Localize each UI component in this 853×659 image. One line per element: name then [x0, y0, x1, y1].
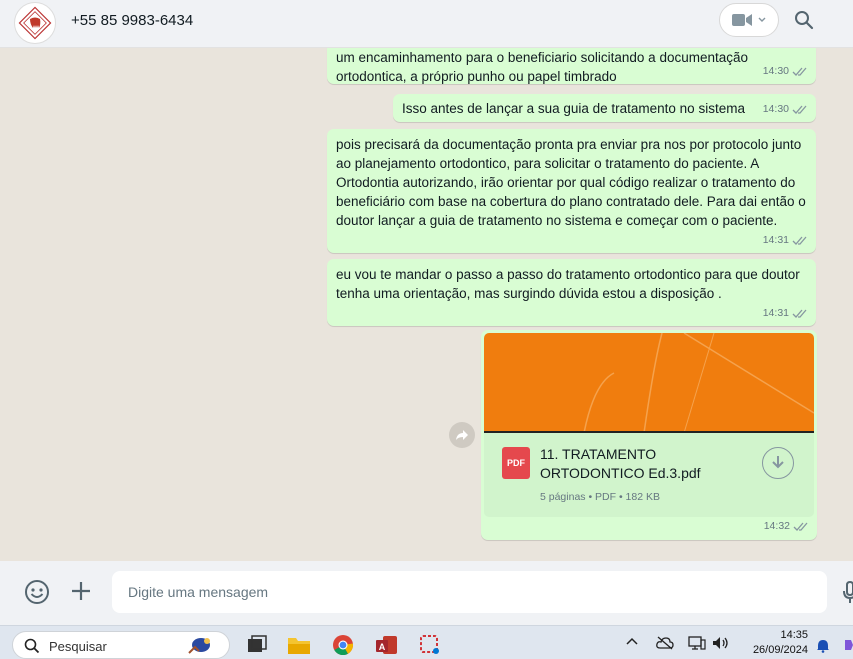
- taskbar-search[interactable]: Pesquisar: [12, 631, 230, 659]
- chat-header: +55 85 9983-6434: [0, 0, 853, 48]
- message-meta: 14:31: [763, 304, 808, 323]
- microphone-icon: [843, 581, 853, 603]
- taskbar-search-label: Pesquisar: [49, 639, 107, 654]
- message-time: 14:31: [762, 307, 789, 319]
- thumbnail-lines: [583, 333, 814, 431]
- message-meta: 14:30: [763, 62, 808, 81]
- search-button[interactable]: [790, 6, 818, 34]
- message-bubble[interactable]: eu vou te mandar o passo a passo do trat…: [327, 259, 816, 326]
- search-icon: [24, 638, 40, 654]
- message-time: 14:30: [762, 65, 789, 77]
- pdf-icon: PDF: [502, 447, 530, 479]
- os-taskbar: Pesquisar A 14:35 26/09/2024: [0, 625, 853, 659]
- message-meta: 14:32: [764, 517, 809, 536]
- contact-name[interactable]: +55 85 9983-6434: [71, 12, 193, 29]
- contact-avatar[interactable]: [14, 2, 56, 44]
- message-time: 14:30: [762, 103, 789, 115]
- document-details: 5 páginas • PDF • 182 KB: [540, 491, 661, 503]
- clock-date: 26/09/2024: [752, 644, 808, 656]
- message-text: eu vou te mandar o passo a passo do trat…: [336, 267, 800, 301]
- chrome-icon[interactable]: [331, 634, 355, 656]
- double-check-icon: [793, 522, 808, 531]
- task-view-icon[interactable]: [245, 634, 269, 656]
- taskbar-clock[interactable]: 14:35 26/09/2024: [742, 628, 808, 658]
- copilot-icon[interactable]: [843, 638, 853, 652]
- clock-time: 14:35: [780, 629, 808, 641]
- message-meta: 14:31: [763, 231, 808, 250]
- attach-button[interactable]: [69, 579, 93, 608]
- svg-text:A: A: [379, 642, 386, 652]
- microphone-button[interactable]: [843, 579, 853, 610]
- message-text: Isso antes de lançar a sua guia de trata…: [402, 101, 745, 116]
- emoji-icon: [25, 580, 49, 604]
- double-check-icon: [792, 105, 807, 114]
- access-app-icon[interactable]: A: [375, 634, 399, 656]
- video-call-button[interactable]: [719, 3, 779, 37]
- search-icon: [795, 11, 814, 30]
- network-icon[interactable]: [688, 636, 706, 650]
- message-list[interactable]: um encaminhamento para o beneficiario so…: [0, 48, 853, 561]
- volume-icon[interactable]: [712, 636, 730, 650]
- document-info-row[interactable]: PDF 11. TRATAMENTO ORTODONTICO Ed.3.pdf …: [484, 433, 814, 517]
- bird-widget-icon: [188, 638, 210, 654]
- download-button[interactable]: [762, 447, 794, 479]
- double-check-icon: [792, 236, 807, 245]
- emoji-button[interactable]: [24, 579, 50, 610]
- download-icon: [772, 456, 784, 469]
- message-time: 14:31: [762, 234, 789, 246]
- file-explorer-icon[interactable]: [287, 634, 311, 656]
- chevron-down-icon: [758, 17, 766, 22]
- plus-icon: [72, 582, 90, 600]
- double-check-icon: [792, 309, 807, 318]
- message-text: um encaminhamento para o beneficiario so…: [336, 50, 749, 84]
- message-time: 14:32: [763, 520, 790, 532]
- cloud-offline-icon[interactable]: [656, 636, 674, 650]
- forward-button[interactable]: [449, 422, 475, 448]
- notification-bell-icon[interactable]: [816, 639, 830, 653]
- message-bubble[interactable]: Isso antes de lançar a sua guia de trata…: [393, 94, 816, 122]
- chevron-up-icon[interactable]: [626, 636, 638, 646]
- document-file-name: 11. TRATAMENTO ORTODONTICO Ed.3.pdf: [540, 446, 701, 481]
- message-input[interactable]: [112, 571, 827, 613]
- document-message[interactable]: PDF 11. TRATAMENTO ORTODONTICO Ed.3.pdf …: [481, 330, 817, 540]
- document-thumbnail[interactable]: [484, 333, 814, 433]
- snipping-tool-icon[interactable]: [419, 634, 443, 656]
- double-check-icon: [792, 67, 807, 76]
- forward-arrow-icon: [456, 430, 468, 440]
- message-bubble[interactable]: um encaminhamento para o beneficiario so…: [327, 48, 816, 84]
- tooth-logo-icon: [18, 6, 52, 40]
- message-composer: [0, 561, 853, 625]
- message-text: pois precisará da documentação pronta pr…: [336, 137, 806, 228]
- message-bubble[interactable]: pois precisará da documentação pronta pr…: [327, 129, 816, 253]
- message-meta: 14:30: [763, 100, 808, 119]
- video-camera-icon: [732, 14, 752, 26]
